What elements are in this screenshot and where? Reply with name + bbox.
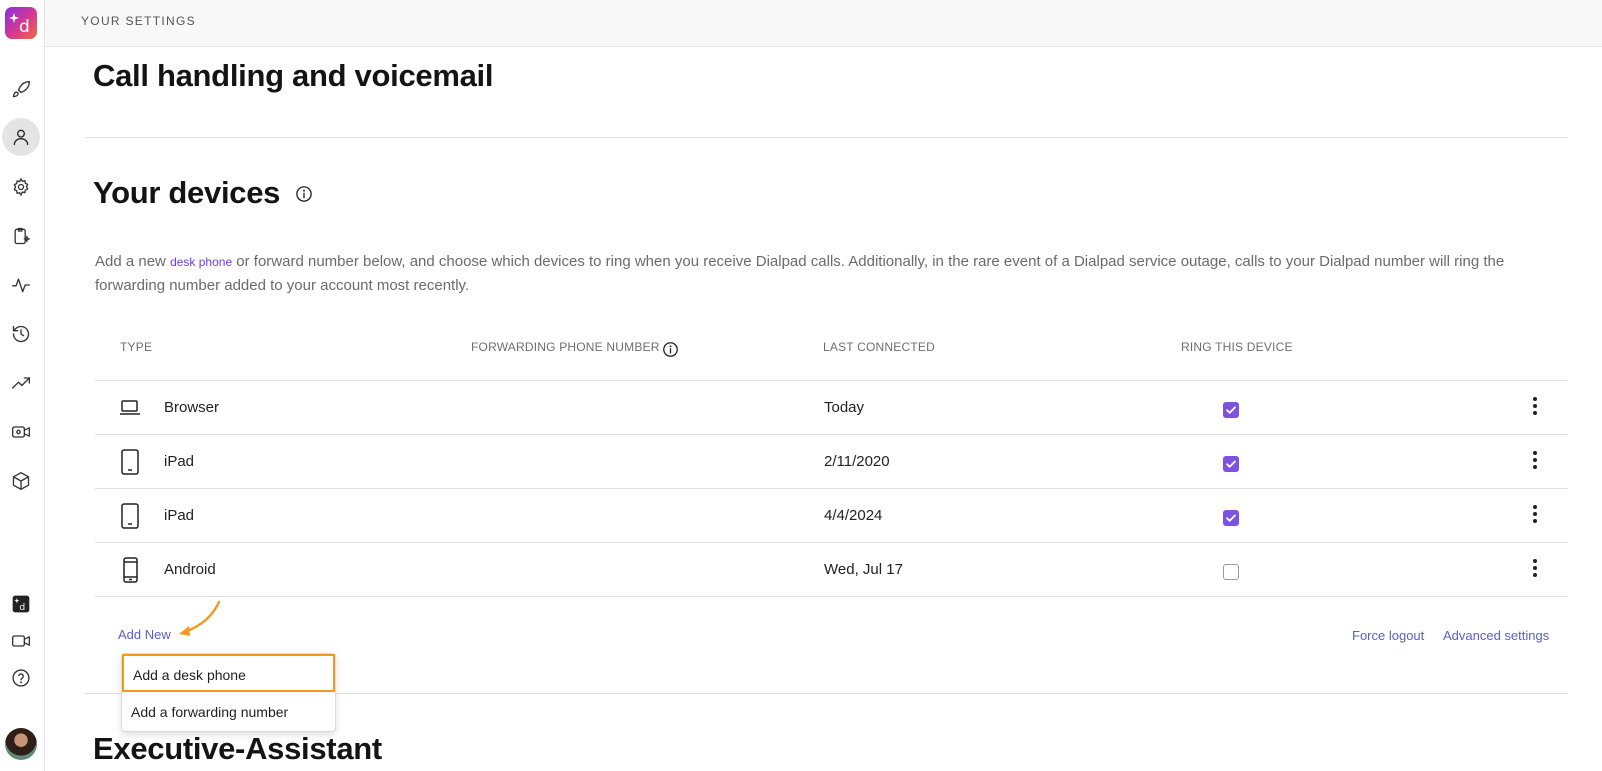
top-bar: YOUR SETTINGS [45,0,1602,47]
avatar[interactable] [5,728,37,760]
more-options-icon[interactable] [1527,503,1543,525]
user-profile-icon[interactable] [2,118,40,156]
row-divider [95,596,1568,597]
divider [85,137,1568,138]
help-icon[interactable] [6,663,36,693]
video-camera-icon[interactable] [6,626,36,656]
devices-description: Add a new desk phone or forward number b… [95,250,1555,298]
device-type: iPad [164,507,195,524]
tablet-icon [121,503,139,529]
last-connected: Wed, Jul 17 [824,561,903,578]
history-icon[interactable] [6,319,36,349]
force-logout-link[interactable]: Force logout [1352,628,1424,643]
table-row: Browser Today [95,381,1568,434]
executive-assistant-title: Executive-Assistant [93,731,382,766]
more-options-icon[interactable] [1527,449,1543,471]
description-text-cont: or forward number below, and choose whic… [95,253,1505,294]
dialpad-logo-icon: d [9,13,30,37]
table-row: Android Wed, Jul 17 [95,543,1568,596]
tablet-icon [121,449,139,475]
info-icon[interactable] [295,185,313,208]
description-text: Add a new [95,253,171,270]
last-connected: 2/11/2020 [824,453,890,470]
section-title: Call handling and voicemail [93,58,494,93]
mobile-phone-icon [123,557,138,583]
laptop-icon [120,400,140,415]
menu-item-add-forwarding-number[interactable]: Add a forwarding number [122,692,335,732]
table-row: iPad 4/4/2024 [95,489,1568,542]
activity-icon[interactable] [6,270,36,300]
device-type: iPad [164,453,195,470]
ring-checkbox[interactable] [1223,510,1239,526]
more-options-icon[interactable] [1527,557,1543,579]
clipboard-sparkle-icon[interactable] [6,221,36,251]
breadcrumb: YOUR SETTINGS [81,14,196,28]
add-new-link[interactable]: Add New [118,627,171,642]
advanced-settings-link[interactable]: Advanced settings [1443,628,1549,643]
devices-title: Your devices [93,175,281,210]
info-icon[interactable] [662,341,679,363]
desk-phone-link[interactable]: desk phone [170,255,232,269]
package-icon[interactable] [6,466,36,496]
svg-text:d: d [19,602,25,613]
column-header-forwarding: FORWARDING PHONE NUMBER [471,340,660,354]
last-connected: Today [824,399,865,416]
ring-checkbox[interactable] [1223,402,1239,418]
device-type: Browser [164,399,220,416]
ring-checkbox[interactable] [1223,564,1239,580]
column-header-last-connected: LAST CONNECTED [823,340,935,354]
trending-up-icon[interactable] [6,368,36,398]
ring-checkbox[interactable] [1223,456,1239,472]
dialpad-logo[interactable]: d [5,7,37,39]
rocket-icon[interactable] [6,75,36,105]
sidebar: d d [0,0,45,771]
last-connected: 4/4/2024 [824,507,883,524]
add-new-dropdown: Add a desk phone Add a forwarding number [121,653,336,732]
column-header-type: TYPE [120,340,153,354]
annotation-arrow-icon [179,600,221,636]
video-settings-icon[interactable] [6,417,36,447]
menu-item-add-desk-phone[interactable]: Add a desk phone [122,654,335,692]
dialpad-ai-icon[interactable]: d [6,589,36,619]
gear-icon[interactable] [6,172,36,202]
column-header-ring: RING THIS DEVICE [1181,340,1293,354]
device-type: Android [164,561,216,578]
svg-text:d: d [19,17,30,37]
more-options-icon[interactable] [1527,395,1543,417]
table-row: iPad 2/11/2020 [95,435,1568,488]
